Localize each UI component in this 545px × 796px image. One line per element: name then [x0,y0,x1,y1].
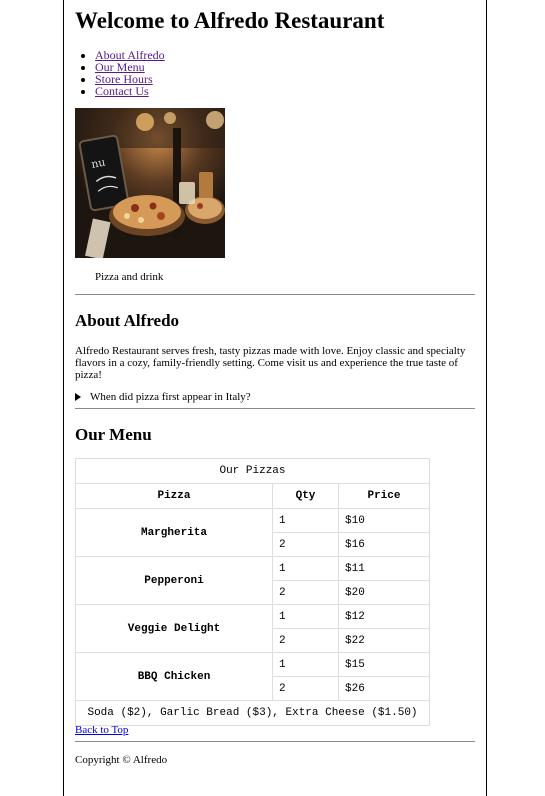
pizza-name: BBQ Chicken [75,652,273,701]
price-cell: $22 [338,628,430,653]
qty-cell: 1 [272,508,339,533]
price-cell: $10 [338,508,430,533]
price-cell: $12 [338,604,430,629]
price-cell: $15 [338,652,430,677]
qty-cell: 1 [272,652,339,677]
page-title: Welcome to Alfredo Restaurant [75,8,385,33]
qty-cell: 2 [272,628,339,653]
pizza-name: Margherita [75,508,273,557]
qty-cell: 2 [272,580,339,605]
qty-cell: 1 [272,556,339,581]
svg-text:nu: nu [90,156,106,171]
table-row: Pepperoni 1 $11 [75,556,430,605]
price-cell: $11 [338,556,430,581]
qty-cell: 2 [272,676,339,701]
price-cell: $16 [338,532,430,557]
pizza-name: Pepperoni [75,556,273,605]
disclosure-triangle-icon [75,393,81,401]
table-row: Veggie Delight 1 $12 [75,604,430,653]
nav-link-contact[interactable]: Contact Us [95,84,149,98]
column-header-qty: Qty [272,483,339,509]
price-cell: $20 [338,580,430,605]
table-row: BBQ Chicken 1 $15 [75,652,430,701]
table-footer-row: Soda ($2), Garlic Bread ($3), Extra Chee… [75,700,430,726]
qty-cell: 1 [272,604,339,629]
pizza-photo-image: nu [75,108,225,258]
divider [75,294,475,295]
about-paragraph: Alfredo Restaurant serves fresh, tasty p… [75,345,466,381]
nav-item: Contact Us [95,85,165,97]
about-heading: About Alfredo [75,311,180,330]
table-row: Margherita 1 $10 [75,508,430,557]
table-caption: Our Pizzas [75,458,430,484]
details-summary: When did pizza first appear in Italy? [90,391,251,403]
price-cell: $26 [338,676,430,701]
table-caption-row: Our Pizzas [75,458,430,484]
pizza-name: Veggie Delight [75,604,273,653]
column-header-price: Price [338,483,430,509]
qty-cell: 2 [272,532,339,557]
pizza-photo: nu [75,108,225,258]
table-footer: Soda ($2), Garlic Bread ($3), Extra Chee… [75,700,430,726]
copyright-text: Copyright © Alfredo [75,754,168,766]
menu-heading: Our Menu [75,425,152,444]
column-header-pizza: Pizza [75,483,273,509]
page-container: Welcome to Alfredo Restaurant About Alfr… [63,0,487,796]
photo-caption: Pizza and drink [95,271,164,283]
divider [75,741,475,742]
table-header-row: Pizza Qty Price [75,483,430,509]
nav-list: About Alfredo Our Menu Store Hours Conta… [75,49,165,97]
pizza-history-details[interactable]: When did pizza first appear in Italy? [75,391,251,403]
divider [75,408,475,409]
pizza-menu-table: Our Pizzas Pizza Qty Price Margherita 1 … [75,458,430,726]
back-to-top-link[interactable]: Back to Top [75,724,128,736]
